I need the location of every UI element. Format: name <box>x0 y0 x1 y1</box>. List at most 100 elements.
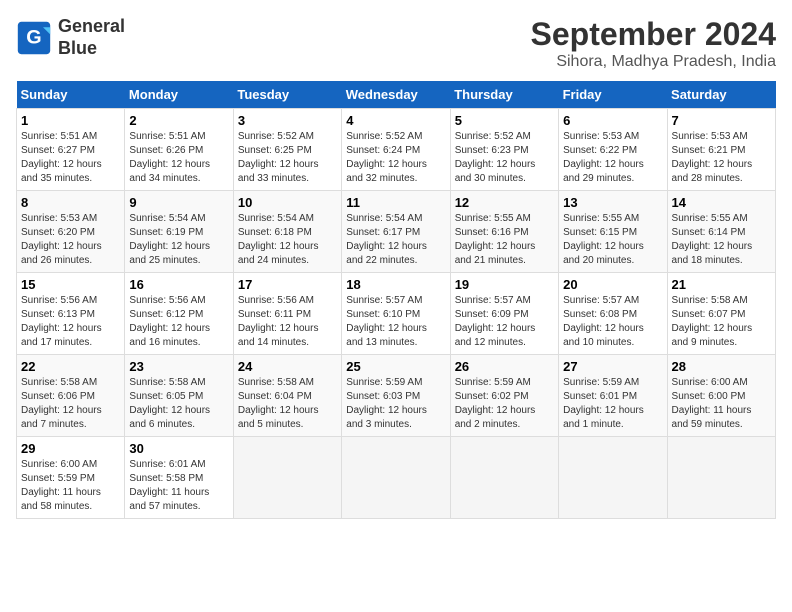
day-number: 9 <box>129 195 228 210</box>
logo-text: General Blue <box>58 16 125 59</box>
calendar-week-1: 1Sunrise: 5:51 AM Sunset: 6:27 PM Daylig… <box>17 109 776 191</box>
day-info: Sunrise: 5:54 AM Sunset: 6:17 PM Dayligh… <box>346 212 445 268</box>
day-info: Sunrise: 5:53 AM Sunset: 6:20 PM Dayligh… <box>21 212 120 268</box>
calendar-cell: 29Sunrise: 6:00 AM Sunset: 5:59 PM Dayli… <box>17 437 125 519</box>
calendar-cell: 3 Sunrise: 5:52 AM Sunset: 6:25 PM Daylig… <box>233 109 341 191</box>
day-number: 5 <box>455 113 554 128</box>
calendar-cell: 19 Sunrise: 5:57 AM Sunset: 6:09 PM Dayli… <box>450 273 558 355</box>
calendar-cell: 13Sunrise: 5:55 AM Sunset: 6:15 PM Dayli… <box>559 191 667 273</box>
day-number: 15 <box>21 277 120 292</box>
calendar-cell: 5 Sunrise: 5:52 AM Sunset: 6:23 PM Daylig… <box>450 109 558 191</box>
day-number: 19 <box>455 277 554 292</box>
calendar-cell <box>342 437 450 519</box>
weekday-header-wednesday: Wednesday <box>342 81 450 109</box>
weekday-header-monday: Monday <box>125 81 233 109</box>
day-number: 18 <box>346 277 445 292</box>
day-number: 3 <box>238 113 337 128</box>
calendar-week-5: 29Sunrise: 6:00 AM Sunset: 5:59 PM Dayli… <box>17 437 776 519</box>
day-number: 12 <box>455 195 554 210</box>
day-number: 24 <box>238 359 337 374</box>
day-number: 30 <box>129 441 228 456</box>
title-block: September 2024 Sihora, Madhya Pradesh, I… <box>531 16 776 71</box>
calendar-week-2: 8 Sunrise: 5:53 AM Sunset: 6:20 PM Daylig… <box>17 191 776 273</box>
calendar-cell <box>559 437 667 519</box>
calendar-cell <box>667 437 775 519</box>
day-number: 6 <box>563 113 662 128</box>
day-info: Sunrise: 5:56 AM Sunset: 6:12 PM Dayligh… <box>129 294 228 350</box>
weekday-header-sunday: Sunday <box>17 81 125 109</box>
calendar-cell: 25 Sunrise: 5:59 AM Sunset: 6:03 PM Dayli… <box>342 355 450 437</box>
day-info: Sunrise: 5:59 AM Sunset: 6:03 PM Dayligh… <box>346 376 445 432</box>
day-info: Sunrise: 5:52 AM Sunset: 6:25 PM Dayligh… <box>238 130 337 186</box>
day-number: 22 <box>21 359 120 374</box>
day-info: Sunrise: 5:54 AM Sunset: 6:18 PM Dayligh… <box>238 212 337 268</box>
day-number: 7 <box>672 113 771 128</box>
day-info: Sunrise: 5:52 AM Sunset: 6:24 PM Dayligh… <box>346 130 445 186</box>
calendar-cell <box>450 437 558 519</box>
day-number: 16 <box>129 277 228 292</box>
calendar-cell <box>233 437 341 519</box>
logo: G General Blue <box>16 16 125 59</box>
weekday-header-saturday: Saturday <box>667 81 775 109</box>
day-number: 10 <box>238 195 337 210</box>
day-info: Sunrise: 5:57 AM Sunset: 6:08 PM Dayligh… <box>563 294 662 350</box>
calendar-week-4: 22 Sunrise: 5:58 AM Sunset: 6:06 PM Dayli… <box>17 355 776 437</box>
day-number: 17 <box>238 277 337 292</box>
day-number: 26 <box>455 359 554 374</box>
day-info: Sunrise: 5:55 AM Sunset: 6:14 PM Dayligh… <box>672 212 771 268</box>
weekday-header-thursday: Thursday <box>450 81 558 109</box>
calendar-week-3: 15 Sunrise: 5:56 AM Sunset: 6:13 PM Dayli… <box>17 273 776 355</box>
calendar-cell: 8 Sunrise: 5:53 AM Sunset: 6:20 PM Daylig… <box>17 191 125 273</box>
calendar-cell: 14Sunrise: 5:55 AM Sunset: 6:14 PM Dayli… <box>667 191 775 273</box>
day-number: 4 <box>346 113 445 128</box>
calendar-cell: 11 Sunrise: 5:54 AM Sunset: 6:17 PM Dayli… <box>342 191 450 273</box>
calendar-cell: 20Sunrise: 5:57 AM Sunset: 6:08 PM Dayli… <box>559 273 667 355</box>
day-info: Sunrise: 5:59 AM Sunset: 6:01 PM Dayligh… <box>563 376 662 432</box>
calendar-cell: 1Sunrise: 5:51 AM Sunset: 6:27 PM Daylig… <box>17 109 125 191</box>
day-number: 8 <box>21 195 120 210</box>
day-info: Sunrise: 5:54 AM Sunset: 6:19 PM Dayligh… <box>129 212 228 268</box>
day-number: 21 <box>672 277 771 292</box>
calendar-cell: 28 Sunrise: 6:00 AM Sunset: 6:00 PM Dayli… <box>667 355 775 437</box>
day-number: 28 <box>672 359 771 374</box>
calendar-cell: 2Sunrise: 5:51 AM Sunset: 6:26 PM Daylig… <box>125 109 233 191</box>
calendar-body: 1Sunrise: 5:51 AM Sunset: 6:27 PM Daylig… <box>17 109 776 519</box>
day-info: Sunrise: 5:51 AM Sunset: 6:27 PM Dayligh… <box>21 130 120 186</box>
calendar-cell: 18 Sunrise: 5:57 AM Sunset: 6:10 PM Dayli… <box>342 273 450 355</box>
weekday-header-friday: Friday <box>559 81 667 109</box>
day-info: Sunrise: 5:53 AM Sunset: 6:21 PM Dayligh… <box>672 130 771 186</box>
calendar-cell: 12Sunrise: 5:55 AM Sunset: 6:16 PM Dayli… <box>450 191 558 273</box>
calendar-cell: 22 Sunrise: 5:58 AM Sunset: 6:06 PM Dayli… <box>17 355 125 437</box>
day-info: Sunrise: 5:57 AM Sunset: 6:09 PM Dayligh… <box>455 294 554 350</box>
day-info: Sunrise: 6:01 AM Sunset: 5:58 PM Dayligh… <box>129 458 228 514</box>
day-info: Sunrise: 5:58 AM Sunset: 6:05 PM Dayligh… <box>129 376 228 432</box>
page-header: G General Blue September 2024 Sihora, Ma… <box>16 16 776 71</box>
day-number: 23 <box>129 359 228 374</box>
day-info: Sunrise: 5:56 AM Sunset: 6:11 PM Dayligh… <box>238 294 337 350</box>
weekday-header-row: SundayMondayTuesdayWednesdayThursdayFrid… <box>17 81 776 109</box>
calendar-cell: 10 Sunrise: 5:54 AM Sunset: 6:18 PM Dayli… <box>233 191 341 273</box>
calendar-cell: 24 Sunrise: 5:58 AM Sunset: 6:04 PM Dayli… <box>233 355 341 437</box>
day-info: Sunrise: 5:58 AM Sunset: 6:07 PM Dayligh… <box>672 294 771 350</box>
day-info: Sunrise: 5:58 AM Sunset: 6:04 PM Dayligh… <box>238 376 337 432</box>
day-number: 25 <box>346 359 445 374</box>
day-number: 29 <box>21 441 120 456</box>
logo-icon: G <box>16 20 52 56</box>
day-number: 11 <box>346 195 445 210</box>
calendar-cell: 7 Sunrise: 5:53 AM Sunset: 6:21 PM Daylig… <box>667 109 775 191</box>
day-info: Sunrise: 5:53 AM Sunset: 6:22 PM Dayligh… <box>563 130 662 186</box>
calendar-cell: 21 Sunrise: 5:58 AM Sunset: 6:07 PM Dayli… <box>667 273 775 355</box>
day-number: 2 <box>129 113 228 128</box>
calendar-cell: 6 Sunrise: 5:53 AM Sunset: 6:22 PM Daylig… <box>559 109 667 191</box>
day-info: Sunrise: 6:00 AM Sunset: 6:00 PM Dayligh… <box>672 376 771 432</box>
calendar-cell: 30 Sunrise: 6:01 AM Sunset: 5:58 PM Dayli… <box>125 437 233 519</box>
svg-text:G: G <box>26 26 41 48</box>
calendar-cell: 17 Sunrise: 5:56 AM Sunset: 6:11 PM Dayli… <box>233 273 341 355</box>
day-info: Sunrise: 5:58 AM Sunset: 6:06 PM Dayligh… <box>21 376 120 432</box>
day-info: Sunrise: 5:56 AM Sunset: 6:13 PM Dayligh… <box>21 294 120 350</box>
day-info: Sunrise: 5:52 AM Sunset: 6:23 PM Dayligh… <box>455 130 554 186</box>
day-info: Sunrise: 5:57 AM Sunset: 6:10 PM Dayligh… <box>346 294 445 350</box>
calendar-subtitle: Sihora, Madhya Pradesh, India <box>531 53 776 71</box>
day-number: 27 <box>563 359 662 374</box>
weekday-header-tuesday: Tuesday <box>233 81 341 109</box>
